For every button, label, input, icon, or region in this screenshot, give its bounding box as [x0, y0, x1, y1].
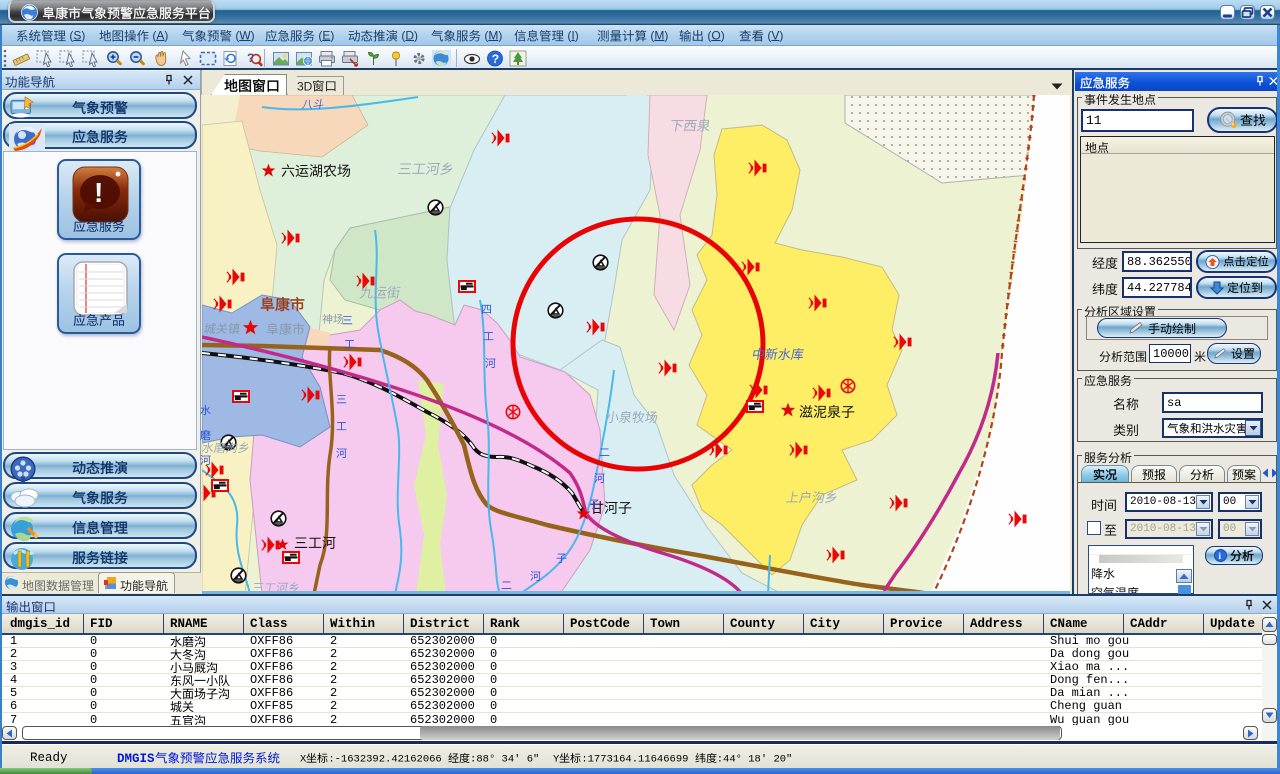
svg-text:?: ?: [492, 52, 499, 66]
svg-text:!: !: [94, 177, 103, 208]
